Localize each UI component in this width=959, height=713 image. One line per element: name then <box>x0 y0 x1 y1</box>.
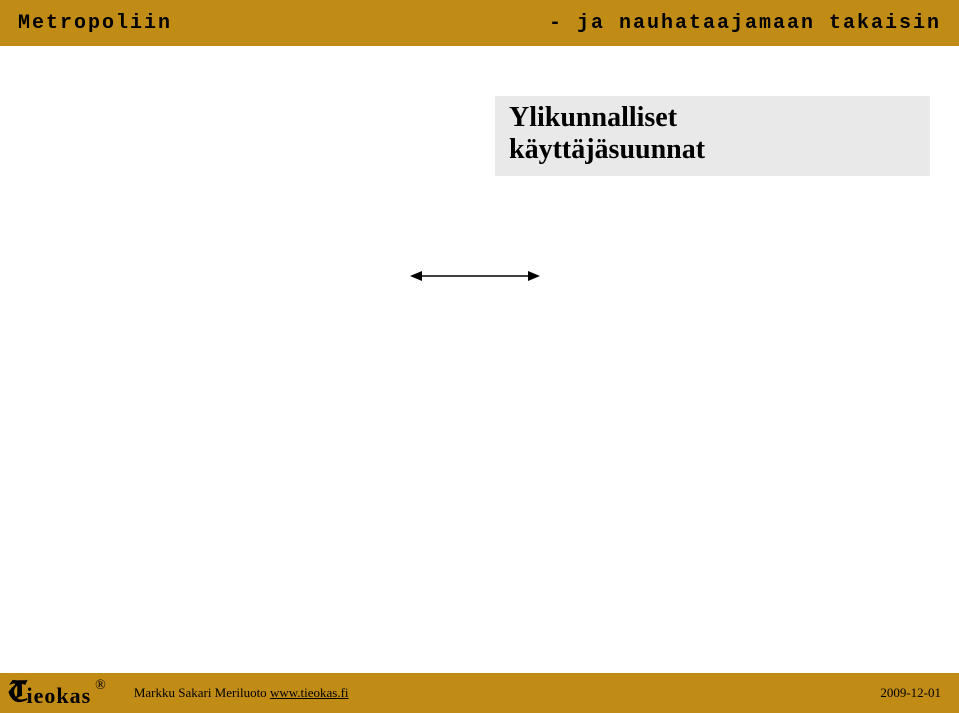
slide-header: Metropoliin - ja nauhataajamaan takaisin <box>0 0 959 46</box>
footer-author: Markku Sakari Meriluoto www.tieokas.fi <box>134 685 349 701</box>
slide-body: Ylikunnalliset käyttäjäsuunnat <box>0 46 959 673</box>
header-title-right: - ja nauhataajamaan takaisin <box>549 12 941 35</box>
tieokas-logo: T ieokas ® <box>8 678 106 709</box>
logo-letter-t: T <box>8 678 26 708</box>
info-line-1: Ylikunnalliset <box>509 102 916 134</box>
slide-footer: T ieokas ® Markku Sakari Meriluoto www.t… <box>0 673 959 713</box>
info-line-2: käyttäjäsuunnat <box>509 134 916 166</box>
double-arrow-icon <box>410 266 540 286</box>
footer-link[interactable]: www.tieokas.fi <box>270 685 349 700</box>
logo-rest: ieokas <box>26 683 91 709</box>
header-title-left: Metropoliin <box>18 12 172 35</box>
footer-date: 2009-12-01 <box>880 685 941 701</box>
registered-icon: ® <box>95 678 106 694</box>
footer-left: T ieokas ® Markku Sakari Meriluoto www.t… <box>8 678 349 709</box>
info-box: Ylikunnalliset käyttäjäsuunnat <box>495 96 930 176</box>
author-name: Markku Sakari Meriluoto <box>134 685 270 700</box>
